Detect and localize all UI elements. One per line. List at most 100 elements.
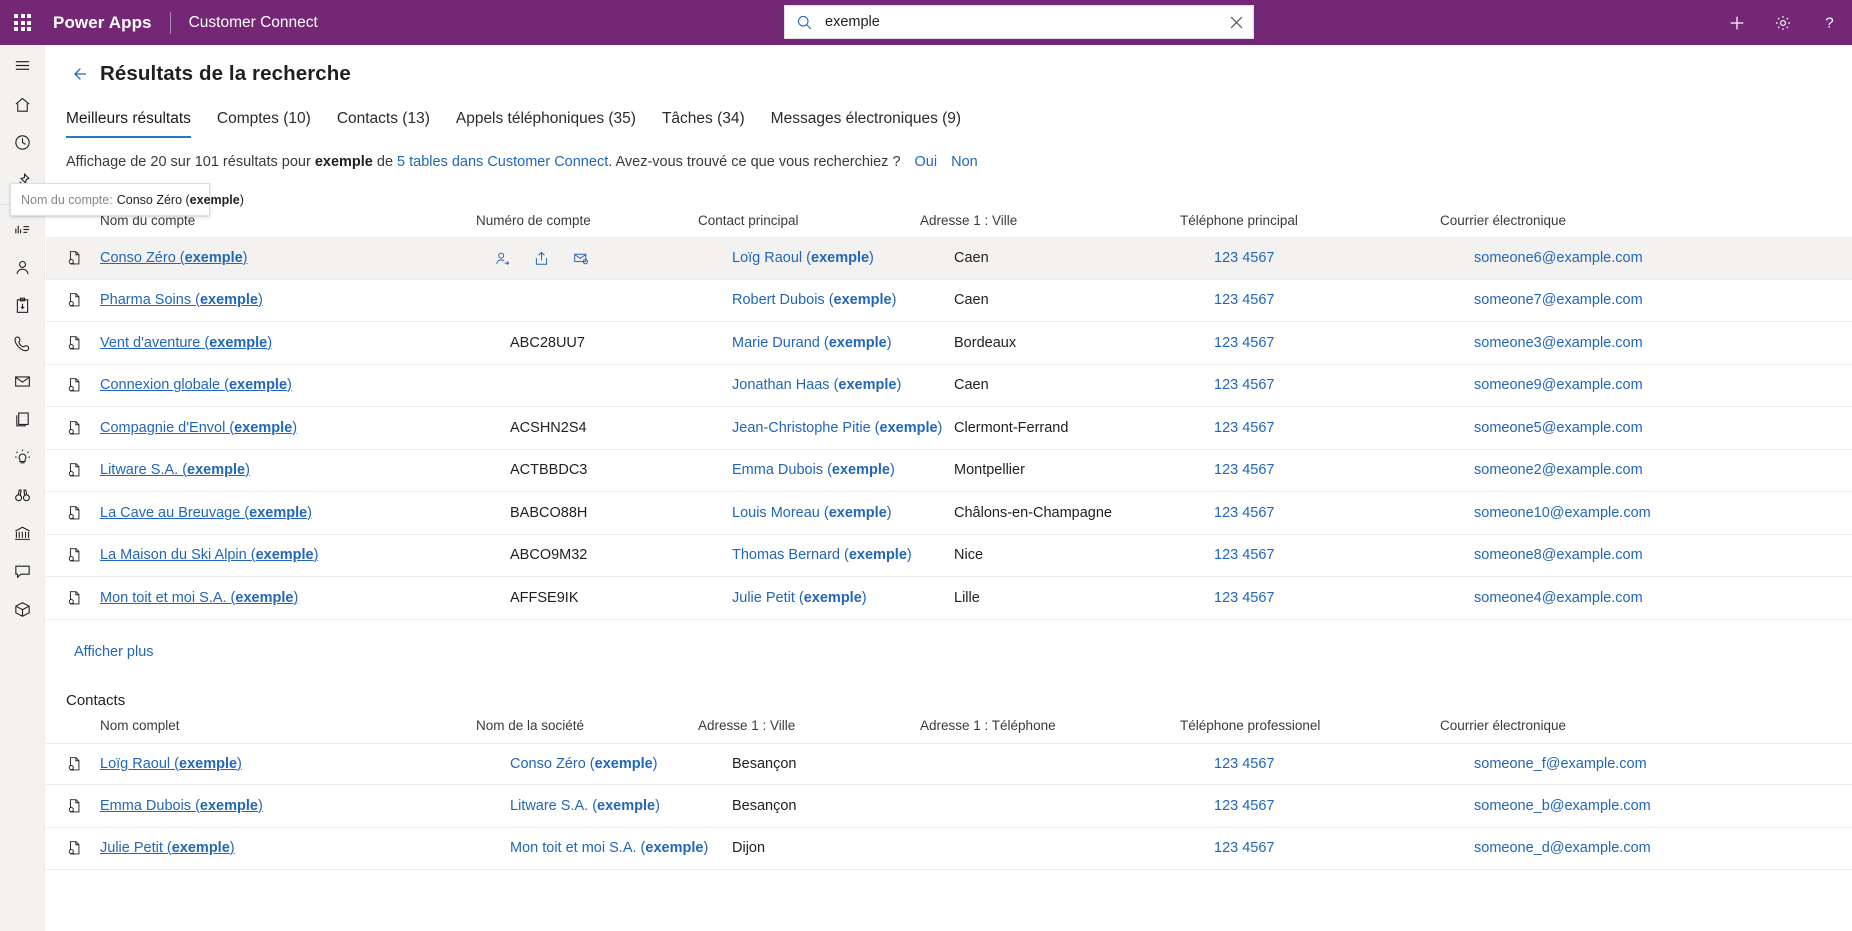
sidebar-item-contacts[interactable] <box>0 248 45 286</box>
record-name-link[interactable]: Emma Dubois (exemple) <box>100 798 263 814</box>
sidebar-item-feedback[interactable] <box>0 552 45 590</box>
record-name-link[interactable]: Compagnie d'Envol (exemple) <box>100 420 297 436</box>
tab-messages-electroniques[interactable]: Messages électroniques (9) <box>771 110 961 138</box>
sidebar-item-products[interactable] <box>0 590 45 628</box>
cell-primary-contact-link[interactable]: Emma Dubois (exemple) <box>732 462 895 478</box>
record-name-link[interactable]: Vent d'aventure (exemple) <box>100 335 272 351</box>
cell-account-number: ACSHN2S4 <box>510 419 587 436</box>
cell-main-phone-link[interactable]: 123 4567 <box>1214 547 1274 563</box>
sidebar-item-insights[interactable] <box>0 438 45 476</box>
sidebar-item-documents[interactable] <box>0 400 45 438</box>
table-row[interactable]: Vent d'aventure (exemple) ABC28UU7 Marie D… <box>46 322 1852 365</box>
cell-primary-contact-link[interactable]: Louis Moreau (exemple) <box>732 505 892 521</box>
cell-company-name-link[interactable]: Litware S.A. (exemple) <box>510 798 660 814</box>
tab-meilleurs-resultats[interactable]: Meilleurs résultats <box>66 110 191 138</box>
cell-main-phone-link[interactable]: 123 4567 <box>1214 590 1274 606</box>
assign-icon[interactable] <box>494 250 511 267</box>
sidebar-item-recent[interactable] <box>0 123 45 161</box>
cell-email-link[interactable]: someone4@example.com <box>1474 590 1643 606</box>
record-name-suffix: ) <box>257 292 263 309</box>
cell-email-link[interactable]: someone2@example.com <box>1474 462 1643 478</box>
cell-main-phone-link[interactable]: 123 4567 <box>1214 377 1274 393</box>
app-name-label[interactable]: Customer Connect <box>189 14 318 32</box>
email-icon[interactable] <box>572 250 590 267</box>
cell-email-link[interactable]: someone10@example.com <box>1474 505 1651 521</box>
record-name-link[interactable]: Pharma Soins (exemple) <box>100 292 263 308</box>
record-name-link[interactable]: Conso Zéro (exemple) <box>100 250 248 266</box>
sidebar-item-emails[interactable] <box>0 362 45 400</box>
topbar-actions: ? <box>1714 0 1852 45</box>
table-row[interactable]: Loïg Raoul (exemple) Conso Zéro (exemple)… <box>46 742 1852 785</box>
table-row[interactable]: La Maison du Ski Alpin (exemple) ABCO9M32… <box>46 535 1852 577</box>
cell-main-phone-link[interactable]: 123 4567 <box>1214 462 1274 478</box>
record-name-link[interactable]: Litware S.A. (exemple) <box>100 462 250 478</box>
tab-taches[interactable]: Tâches (34) <box>662 110 745 138</box>
cell-email-link[interactable]: someone5@example.com <box>1474 420 1643 436</box>
cell-primary-contact-link[interactable]: Marie Durand (exemple) <box>732 335 892 351</box>
cell-email-link[interactable]: someone6@example.com <box>1474 250 1643 266</box>
cell-primary-contact-link[interactable]: Jonathan Haas (exemple) <box>732 377 901 393</box>
help-button[interactable]: ? <box>1806 0 1852 45</box>
app-launcher-button[interactable] <box>0 0 45 45</box>
record-name-link[interactable]: Connexion globale (exemple) <box>100 377 292 393</box>
cell-primary-contact-link[interactable]: Julie Petit (exemple) <box>732 590 867 606</box>
sidebar-item-activities[interactable] <box>0 286 45 324</box>
cell-email-link[interactable]: someone9@example.com <box>1474 377 1643 393</box>
cell-main-phone-link[interactable]: 123 4567 <box>1214 250 1274 266</box>
sidebar-item-accounts[interactable] <box>0 514 45 552</box>
share-icon[interactable] <box>533 250 550 267</box>
cell-company-name-link[interactable]: Conso Zéro (exemple) <box>510 756 658 772</box>
cell-contact-email-link[interactable]: someone_b@example.com <box>1474 798 1651 814</box>
table-row[interactable]: Emma Dubois (exemple) Litware S.A. (exemp… <box>46 785 1852 828</box>
cell-company-name-link[interactable]: Mon toit et moi S.A. (exemple) <box>510 840 708 856</box>
brand-label[interactable]: Power Apps <box>53 13 152 33</box>
sidebar-item-opportunities[interactable] <box>0 476 45 514</box>
tab-contacts[interactable]: Contacts (13) <box>337 110 430 138</box>
search-input[interactable] <box>823 13 1219 31</box>
record-name-link[interactable]: La Cave au Breuvage (exemple) <box>100 505 312 521</box>
table-row[interactable]: Compagnie d'Envol (exemple) ACSHN2S4 Jean-… <box>46 407 1852 450</box>
cell-business-phone-link[interactable]: 123 4567 <box>1214 840 1274 856</box>
cell-main-phone-link[interactable]: 123 4567 <box>1214 505 1274 521</box>
add-new-button[interactable] <box>1714 0 1760 45</box>
show-more-link[interactable]: Afficher plus <box>74 644 154 660</box>
tab-appels-telephoniques[interactable]: Appels téléphoniques (35) <box>456 110 636 138</box>
table-row[interactable]: Mon toit et moi S.A. (exemple) AFFSE9IK Ju… <box>46 577 1852 620</box>
global-search[interactable] <box>784 5 1254 39</box>
cell-main-phone-link[interactable]: 123 4567 <box>1214 335 1274 351</box>
cell-primary-contact-link[interactable]: Loïg Raoul (exemple) <box>732 250 874 266</box>
record-name-link[interactable]: Mon toit et moi S.A. (exemple) <box>100 590 298 606</box>
tables-link[interactable]: 5 tables dans Customer Connect <box>397 154 608 170</box>
table-row[interactable]: Litware S.A. (exemple) ACTBBDC3 Emma Duboi… <box>46 450 1852 492</box>
table-row[interactable]: Connexion globale (exemple) Jonathan Haas… <box>46 365 1852 407</box>
sidebar-item-site-map[interactable] <box>0 45 45 85</box>
record-name-link[interactable]: Loïg Raoul (exemple) <box>100 756 242 772</box>
contact-record-icon <box>66 755 100 773</box>
record-name-link[interactable]: Julie Petit (exemple) <box>100 840 235 856</box>
cell-contact-email-link[interactable]: someone_d@example.com <box>1474 840 1651 856</box>
cell-email-link[interactable]: someone3@example.com <box>1474 335 1643 351</box>
feedback-no-link[interactable]: Non <box>951 154 978 170</box>
cell-email-link[interactable]: someone7@example.com <box>1474 292 1643 308</box>
table-row[interactable]: La Cave au Breuvage (exemple) BABCO88H Lou… <box>46 492 1852 535</box>
feedback-yes-link[interactable]: Oui <box>915 154 938 170</box>
cell-main-phone-link[interactable]: 123 4567 <box>1214 292 1274 308</box>
back-arrow-icon[interactable] <box>64 59 94 89</box>
cell-primary-contact-link[interactable]: Jean-Christophe Pitie (exemple) <box>732 420 942 436</box>
clear-search-icon[interactable] <box>1219 6 1253 38</box>
cell-business-phone-link[interactable]: 123 4567 <box>1214 798 1274 814</box>
cell-business-phone-link[interactable]: 123 4567 <box>1214 756 1274 772</box>
table-row[interactable]: Pharma Soins (exemple) Robert Dubois (exe… <box>46 280 1852 322</box>
settings-gear-button[interactable] <box>1760 0 1806 45</box>
cell-primary-contact-link[interactable]: Robert Dubois (exemple) <box>732 292 896 308</box>
record-name-link[interactable]: La Maison du Ski Alpin (exemple) <box>100 547 318 563</box>
sidebar-item-home[interactable] <box>0 85 45 123</box>
cell-main-phone-link[interactable]: 123 4567 <box>1214 420 1274 436</box>
cell-contact-email-link[interactable]: someone_f@example.com <box>1474 756 1647 772</box>
cell-primary-contact-link[interactable]: Thomas Bernard (exemple) <box>732 547 912 563</box>
sidebar-item-phone-calls[interactable] <box>0 324 45 362</box>
tab-comptes[interactable]: Comptes (10) <box>217 110 311 138</box>
cell-email-link[interactable]: someone8@example.com <box>1474 547 1643 563</box>
table-row[interactable]: Julie Petit (exemple) Mon toit et moi S.A… <box>46 828 1852 870</box>
table-row[interactable]: Conso Zéro (exemple) Loïg Raoul (exemple)… <box>46 237 1852 280</box>
